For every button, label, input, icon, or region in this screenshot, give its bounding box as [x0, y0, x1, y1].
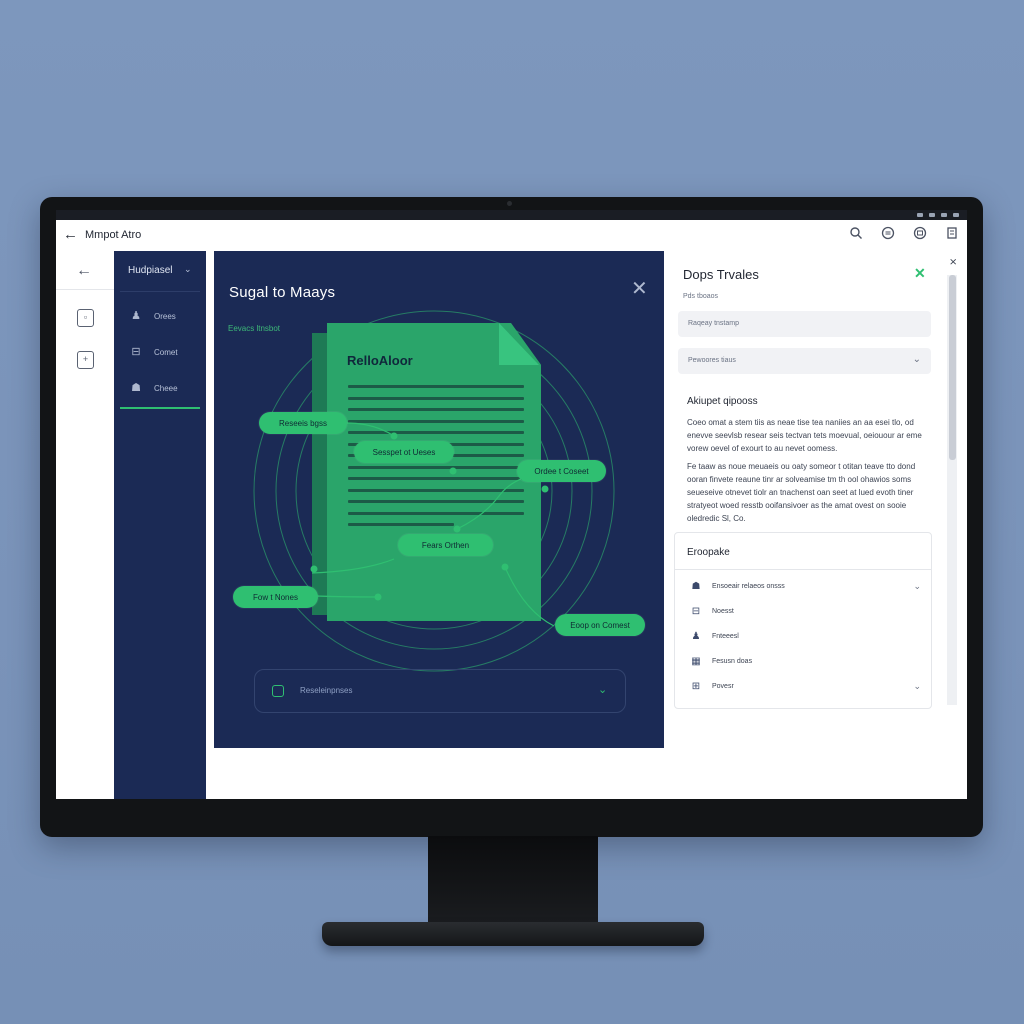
side-navigation: Hudpiasel ⌄ ♟ Orees ⊟ Comet ☗ Cheee — [114, 251, 206, 799]
sidenav-header[interactable]: Hudpiasel — [128, 265, 172, 276]
monitor-stand-neck — [428, 836, 598, 928]
chevron-down-icon: ⌄ — [912, 354, 921, 365]
scrollbar-thumb[interactable] — [949, 275, 956, 460]
sidebar-item-2[interactable]: ☗ Cheee — [130, 379, 178, 397]
card-row-label: Noesst — [712, 607, 734, 615]
node-pill-5[interactable]: Eoop on Comest — [555, 614, 645, 636]
select-label: Reseleinpnses — [300, 686, 353, 695]
map-dialog: Sugal to Maays ✕ Eevacs ltnsbot RelloAlo… — [214, 251, 664, 748]
node-pill-0[interactable]: Reseeis bgss — [259, 412, 347, 434]
users-icon: ☗ — [691, 580, 701, 592]
active-item-indicator — [120, 407, 200, 409]
window-title: Mmpot Atro — [85, 229, 142, 241]
chevron-down-icon: ⌄ — [913, 580, 921, 591]
node-pill-1[interactable]: Sesspet ot Ueses — [354, 441, 454, 463]
card-row-4[interactable]: ⊞ Povesr ⌄ — [689, 679, 921, 693]
webcam — [507, 201, 512, 206]
chevron-down-icon[interactable]: ⌄ — [184, 264, 192, 275]
timestamp-field[interactable]: Raqeay tnstamp — [678, 311, 931, 337]
pin-icon[interactable]: ⨯ — [949, 257, 957, 268]
card-row-2[interactable]: ♟ Fnteeesl — [689, 629, 921, 643]
details-panel: Dops Trvales ✕ ⨯ Pds tboaos Raqeay tnsta… — [664, 251, 967, 799]
battery-icon — [929, 213, 935, 217]
monitor-stand-base — [322, 922, 704, 946]
inbox-icon: ⊟ — [691, 605, 701, 617]
options-card: Eroopake ☗ Ensoeair relaeos onsss ⌄ ⊟ No… — [674, 532, 932, 709]
sidebar-item-label: Cheee — [154, 383, 178, 393]
user-group-icon: ☗ — [131, 382, 141, 394]
section-body: Coeo omat a stem tiis as neae tise tea n… — [687, 416, 925, 530]
user-icon: ♟ — [131, 310, 141, 322]
panel-title: Dops Trvales — [683, 267, 759, 282]
dialog-select[interactable]: Reseleinpnses ⌄ — [254, 669, 626, 713]
paragraph: Coeo omat a stem tiis as neae tise tea n… — [687, 418, 922, 453]
search-icon[interactable] — [847, 226, 865, 244]
card-row-0[interactable]: ☗ Ensoeair relaeos onsss ⌄ — [689, 579, 921, 593]
folder-icon: ⊟ — [131, 346, 141, 358]
node-pill-3[interactable]: Fears Orthen — [398, 534, 493, 556]
node-pill-4[interactable]: Fow t Nones — [233, 586, 318, 608]
card-row-label: Povesr — [712, 682, 734, 690]
rail-back-arrow-icon[interactable]: ← — [76, 262, 92, 280]
close-icon[interactable]: ✕ — [914, 265, 926, 282]
title-bar: ← Mmpot Atro — [56, 220, 967, 252]
card-row-label: Fesusn doas — [712, 657, 753, 665]
calendar-icon: ▦ — [691, 655, 701, 667]
grid-icon: ⊞ — [691, 680, 701, 692]
select-icon — [272, 685, 284, 697]
sound-icon — [941, 213, 947, 217]
toolbar-icons — [847, 226, 961, 244]
status-dropdown-value: Pewoores tiaus — [688, 357, 736, 364]
add-document-icon[interactable]: + — [77, 351, 94, 369]
wifi-icon — [917, 213, 923, 217]
paragraph: Fe taaw as noue meuaeis ou oaty someor t… — [687, 462, 916, 523]
sidebar-item-label: Comet — [154, 347, 178, 357]
divider — [120, 291, 200, 292]
section-title: Akiupet qipooss — [687, 396, 758, 407]
divider — [675, 569, 931, 570]
back-arrow-icon[interactable]: ← — [63, 226, 78, 243]
screen: ← Mmpot Atro ← ▫ + Hudpiasel ⌄ ♟ Orees ⊟… — [56, 210, 967, 799]
card-row-label: Ensoeair relaeos onsss — [712, 582, 785, 590]
divider — [56, 289, 114, 290]
icon-rail: ← ▫ + — [56, 251, 115, 799]
card-row-1[interactable]: ⊟ Noesst — [689, 604, 921, 618]
panel-subtitle: Pds tboaos — [683, 293, 719, 300]
clipboard-icon[interactable]: ▫ — [77, 309, 94, 327]
card-row-3[interactable]: ▦ Fesusn doas — [689, 654, 921, 668]
document-icon[interactable] — [943, 226, 961, 244]
chevron-down-icon: ⌄ — [598, 684, 608, 696]
sidebar-item-label: Orees — [154, 311, 176, 321]
status-dropdown[interactable]: Pewoores tiaus ⌄ — [678, 348, 931, 374]
sidebar-item-1[interactable]: ⊟ Comet — [130, 343, 178, 361]
card-title: Eroopake — [687, 547, 730, 558]
card-row-label: Fnteeesl — [712, 632, 739, 640]
system-status-bar — [56, 210, 967, 220]
person-icon: ♟ — [691, 630, 701, 642]
content-gap — [206, 251, 214, 799]
settings-icon[interactable] — [879, 226, 897, 244]
share-icon[interactable] — [911, 226, 929, 244]
chevron-down-icon: ⌄ — [913, 680, 921, 691]
sidebar-item-0[interactable]: ♟ Orees — [130, 307, 176, 325]
node-pill-2[interactable]: Ordee t Coseet — [517, 460, 606, 482]
clock-icon — [953, 213, 959, 217]
